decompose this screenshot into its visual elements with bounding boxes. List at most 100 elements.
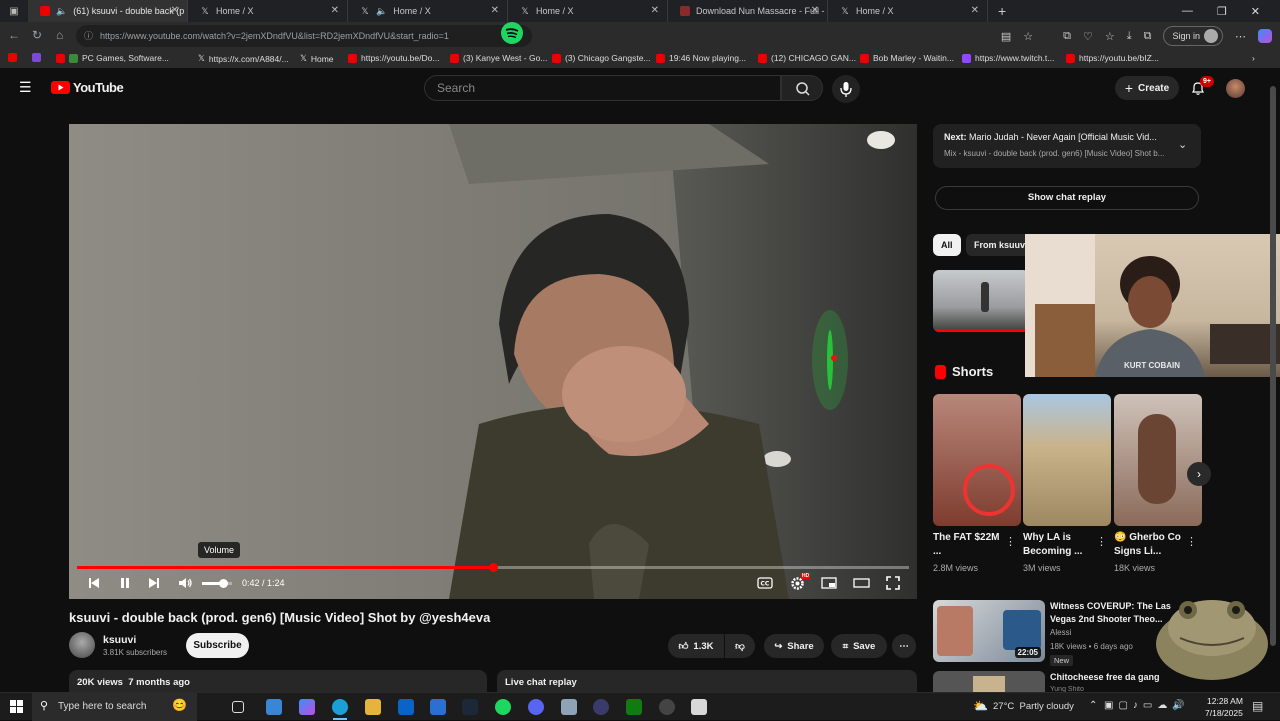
volume-handle[interactable] (219, 579, 228, 588)
app-icon-4[interactable] (691, 699, 707, 715)
show-chat-replay-button[interactable]: Show chat replay (935, 186, 1199, 210)
page-scrollbar[interactable] (1270, 86, 1276, 686)
bookmark-2[interactable]: 𝕏https://x.com/A884/... (198, 53, 289, 64)
short-thumbnail-3[interactable] (1114, 394, 1202, 526)
next-icon[interactable] (147, 576, 161, 590)
collections-icon[interactable]: ⧉ (1144, 30, 1152, 43)
copilot-taskbar-icon[interactable] (299, 699, 315, 715)
voice-search-button[interactable] (832, 75, 860, 103)
browser-essentials-icon[interactable]: ♡ (1083, 30, 1093, 43)
hamburger-menu-icon[interactable]: ☰ (19, 79, 32, 96)
short-title-2[interactable]: Why LA is Becoming ... (1023, 531, 1095, 559)
weather-text[interactable]: 27°C Partly cloudy (993, 701, 1074, 712)
short-title-3[interactable]: 😳 Gherbo Co Signs Li... (1114, 531, 1186, 559)
tab-download-nun-massacre[interactable]: Download Nun Massacre - Full - ✕ (668, 0, 828, 22)
dislike-button[interactable]: 👎︎ (725, 634, 755, 658)
copilot-icon[interactable] (1258, 29, 1272, 43)
search-input[interactable]: Search (424, 75, 781, 101)
miniplayer-icon[interactable] (821, 576, 837, 590)
steam-icon[interactable] (462, 699, 478, 715)
windows-start-icon[interactable] (10, 700, 24, 714)
maximize-icon[interactable]: ❐ (1217, 5, 1227, 18)
outlook-icon[interactable] (398, 699, 414, 715)
subscribe-button[interactable]: Subscribe (186, 633, 249, 658)
refresh-icon[interactable]: ↻ (32, 28, 42, 42)
related-video-thumbnail[interactable] (933, 270, 1029, 332)
tab-audio-icon[interactable]: 🔈 (56, 6, 67, 17)
window-menu-icon[interactable]: ▣ (0, 6, 28, 17)
volume-icon[interactable] (178, 576, 193, 590)
spotify-taskbar-icon[interactable] (495, 699, 511, 715)
bookmark-3[interactable]: 𝕏 Home (300, 53, 334, 64)
share-button[interactable]: ↪ Share (764, 634, 824, 658)
edge-taskbar-icon[interactable] (332, 699, 348, 715)
taskbar-date[interactable]: 7/18/2025 (1205, 708, 1243, 718)
shorts-next-arrow[interactable]: › (1187, 462, 1211, 486)
tab-audio-icon[interactable]: 🔈 (376, 6, 387, 17)
channel-name[interactable]: ksuuvi (103, 634, 136, 646)
tab-close-icon[interactable]: ✕ (331, 5, 339, 16)
bookmark-folder-icon[interactable] (32, 53, 41, 62)
account-avatar[interactable] (1226, 79, 1245, 98)
taskbar-search[interactable]: ⚲ Type here to search 😊 (32, 693, 197, 721)
tab-close-icon[interactable]: ✕ (171, 5, 179, 16)
fullscreen-icon[interactable] (886, 576, 900, 590)
new-tab-icon[interactable]: + (998, 3, 1006, 19)
app-icon-3[interactable] (659, 699, 675, 715)
bookmark-8[interactable]: (12) CHICAGO GAN... (758, 53, 856, 63)
scrollbar-thumb[interactable] (1270, 86, 1276, 646)
more-actions-button[interactable]: ⋯ (892, 634, 916, 658)
tab-close-icon[interactable]: ✕ (971, 5, 979, 16)
bookmark-apps-icon[interactable] (8, 53, 17, 62)
bookmark-6[interactable]: (3) Chicago Gangste... (552, 53, 651, 63)
search-button[interactable] (781, 75, 823, 101)
progress-scrubber[interactable] (489, 563, 498, 572)
description-box[interactable]: 20K views 7 months ago (69, 670, 487, 692)
previous-icon[interactable] (87, 576, 101, 590)
back-icon[interactable]: ← (8, 28, 20, 42)
more-menu-icon[interactable]: ⋯ (1235, 30, 1246, 43)
like-button[interactable]: 👍︎ 1.3K (668, 634, 724, 658)
chip-all[interactable]: All (933, 234, 961, 256)
bookmark-4[interactable]: https://youtu.be/Do... (348, 53, 439, 63)
reader-mode-icon[interactable]: ▤ (1001, 30, 1011, 43)
extensions-icon[interactable]: ⧉ (1063, 30, 1071, 43)
short-thumbnail-1[interactable] (933, 394, 1021, 526)
bookmarks-overflow-icon[interactable]: › (1252, 53, 1255, 63)
home-icon[interactable]: ⌂ (56, 28, 63, 42)
xbox-icon[interactable] (626, 699, 642, 715)
bookmark-5[interactable]: (3) Kanye West - Go... (450, 53, 547, 63)
download-icon[interactable]: ⤓ (1127, 30, 1132, 43)
save-button[interactable]: ⌗ Save (831, 634, 887, 658)
progress-bar[interactable] (77, 563, 909, 572)
bookmark-1[interactable]: PC Games, Software... (56, 53, 169, 63)
tab-close-icon[interactable]: ✕ (811, 5, 819, 16)
url-field[interactable]: ⓘ https://www.youtube.com/watch?v=2jemXD… (76, 25, 532, 47)
bookmark-11[interactable]: https://youtu.be/bIZ... (1066, 53, 1159, 63)
rec-video2-title[interactable]: Chitocheese free da gang (1050, 672, 1160, 682)
create-button[interactable]: + Create (1115, 76, 1179, 100)
short-title-1[interactable]: The FAT $22M ... (933, 531, 1005, 559)
live-chat-replay-header[interactable]: Live chat replay (497, 670, 917, 692)
youtube-logo[interactable]: YouTube (51, 80, 124, 95)
video-player[interactable]: Volume 0:42 / 1:24 CC HD (69, 124, 917, 599)
tab-x-home-1[interactable]: 𝕏 Home / X ✕ (188, 0, 348, 22)
spotify-icon[interactable] (501, 22, 523, 44)
favorites-icon[interactable]: ☆ (1105, 30, 1115, 43)
volume-slider[interactable] (202, 579, 232, 588)
tray-overflow-icon[interactable]: ⌃ (1089, 700, 1097, 711)
rec-video2-thumbnail[interactable] (933, 671, 1045, 692)
app-icon-1[interactable] (561, 699, 577, 715)
favorite-star-icon[interactable]: ☆ (1023, 30, 1033, 43)
captions-icon[interactable]: CC (757, 576, 773, 590)
bookmark-7[interactable]: 19:46 Now playing... (656, 53, 746, 63)
tab-x-home-4[interactable]: 𝕏 Home / X ✕ (828, 0, 988, 22)
sign-in-button[interactable]: Sign in (1163, 26, 1223, 46)
tab-close-icon[interactable]: ✕ (651, 5, 659, 16)
tab-youtube[interactable]: 🔈 (61) ksuuvi - double back (p ✕ (28, 0, 188, 22)
close-window-icon[interactable]: ✕ (1251, 5, 1260, 18)
notifications-button[interactable]: 9+ (1190, 76, 1214, 98)
short-menu-icon-3[interactable]: ⋮ (1186, 535, 1197, 548)
short-menu-icon-1[interactable]: ⋮ (1005, 535, 1016, 548)
minimize-icon[interactable]: — (1182, 5, 1193, 17)
